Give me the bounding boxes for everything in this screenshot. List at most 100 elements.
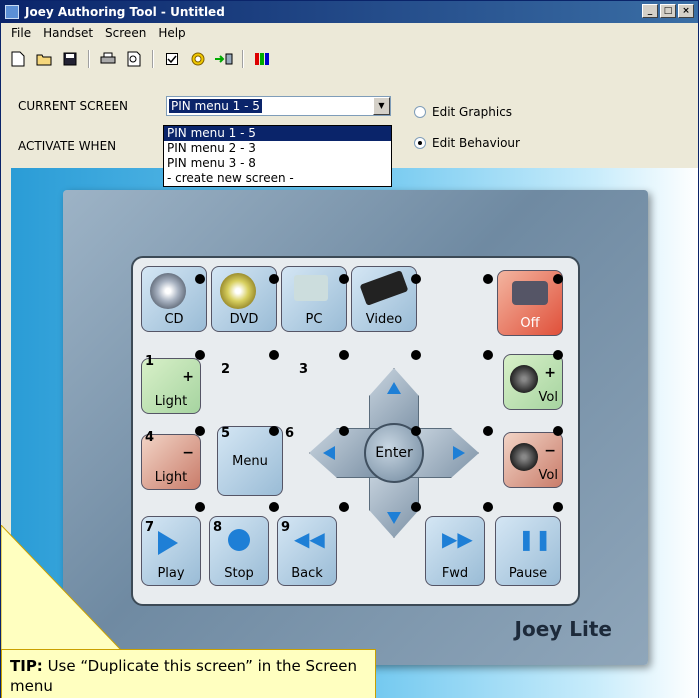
fwd-key[interactable]: ▶▶ Fwd [425,516,485,586]
hotspot-dot[interactable] [339,274,349,284]
pin-label: 3 [299,362,309,377]
save-icon[interactable] [59,48,81,70]
pin-label: 7 [145,520,155,535]
off-key-label: Off [520,316,540,331]
hotspot-dot[interactable] [411,274,421,284]
activate-when-label: ACTIVATE WHEN [18,139,117,153]
print-icon[interactable] [97,48,119,70]
hotspot-dot[interactable] [411,502,421,512]
pin-label: 6 [285,426,295,441]
hotspot-dot[interactable] [339,350,349,360]
open-icon[interactable] [33,48,55,70]
dropdown-option[interactable]: - create new screen - [164,171,391,186]
tip-pointer [1,525,121,650]
play-key-label: Play [157,566,185,581]
new-icon[interactable] [7,48,29,70]
hotspot-dot[interactable] [411,426,421,436]
hotspot-dot[interactable] [269,350,279,360]
vol-up-label: Vol [538,390,558,405]
vol-down-key[interactable]: − Vol [503,432,563,488]
hotspot-dot[interactable] [553,502,563,512]
pin-label: 8 [213,520,223,535]
edit-graphics-label: Edit Graphics [432,105,513,119]
hotspot-dot[interactable] [195,350,205,360]
dropdown-option[interactable]: PIN menu 3 - 8 [164,156,391,171]
rewind-icon: ◀◀ [294,527,325,551]
minus-icon: − [182,445,194,461]
dvd-key-label: DVD [229,312,259,327]
tip-callout: TIP: Use “Duplicate this screen” in the … [1,649,376,698]
pause-key[interactable]: ❚❚ Pause [495,516,561,586]
current-screen-value: PIN menu 1 - 5 [169,99,262,113]
menu-help[interactable]: Help [152,26,191,40]
menu-file[interactable]: File [5,26,37,40]
radio-circle[interactable] [414,137,426,149]
menu-bar: File Handset Screen Help [1,23,698,43]
edit-behaviour-radio[interactable]: Edit Behaviour [414,136,520,150]
dropdown-option[interactable]: PIN menu 1 - 5 [164,126,391,141]
remote-screen: CD DVD PC Video Off + Light − Light Menu… [131,256,580,606]
toolbar-separator [242,50,244,68]
hotspot-dot[interactable] [195,502,205,512]
hotspot-dot[interactable] [411,350,421,360]
chevron-down-icon[interactable]: ▼ [373,97,390,115]
color-bars-icon[interactable] [251,48,273,70]
screen-dropdown-list: PIN menu 1 - 5 PIN menu 2 - 3 PIN menu 3… [163,125,392,187]
hotspot-dot[interactable] [553,426,563,436]
brand-label: Joey Lite [514,617,612,641]
pin-label: 5 [221,426,231,441]
light-up-label: Light [154,394,188,409]
current-screen-select[interactable]: PIN menu 1 - 5 ▼ [166,96,391,116]
hotspot-dot[interactable] [269,274,279,284]
hotspot-dot[interactable] [483,502,493,512]
plus-icon: + [182,369,194,385]
hotspot-dot[interactable] [483,426,493,436]
target-icon[interactable] [187,48,209,70]
stop-icon [228,529,250,551]
pc-key-label: PC [305,312,323,327]
hotspot-dot[interactable] [339,426,349,436]
vol-up-key[interactable]: + Vol [503,354,563,410]
hotspot-dot[interactable] [269,426,279,436]
videotape-icon [359,270,409,306]
close-button[interactable]: × [678,4,694,18]
speaker-icon [510,443,538,471]
projector-icon [512,281,548,305]
arrow-down-icon [387,512,401,524]
hotspot-dot[interactable] [483,274,493,284]
edit-graphics-radio[interactable]: Edit Graphics [414,105,512,119]
enter-label: Enter [375,445,413,461]
light-down-label: Light [154,470,188,485]
toolbar [1,45,698,73]
back-key-label: Back [291,566,323,581]
hotspot-dot[interactable] [269,502,279,512]
toolbar-separator [152,50,154,68]
dropdown-option[interactable]: PIN menu 2 - 3 [164,141,391,156]
pause-icon: ❚❚ [518,527,552,551]
app-window: Joey Authoring Tool - Untitled _ □ × Fil… [0,0,699,698]
minimize-button[interactable]: _ [642,4,658,18]
toolbar-separator [88,50,90,68]
speaker-icon [510,365,538,393]
hotspot-dot[interactable] [195,426,205,436]
dvd-key[interactable]: DVD [211,266,277,332]
menu-screen[interactable]: Screen [99,26,152,40]
window-controls: _ □ × [642,4,694,18]
print-preview-icon[interactable] [123,48,145,70]
pin-label: 4 [145,430,155,445]
checkbox-icon[interactable] [161,48,183,70]
hotspot-dot[interactable] [483,350,493,360]
hotspot-dot[interactable] [553,274,563,284]
pause-key-label: Pause [508,566,548,581]
export-icon[interactable] [213,48,235,70]
menu-handset[interactable]: Handset [37,26,99,40]
maximize-button[interactable]: □ [660,4,676,18]
arrow-left-icon [323,446,335,460]
video-key[interactable]: Video [351,266,417,332]
pc-key[interactable]: PC [281,266,347,332]
hotspot-dot[interactable] [553,350,563,360]
pin-label: 1 [145,354,155,369]
radio-circle[interactable] [414,106,426,118]
hotspot-dot[interactable] [339,502,349,512]
hotspot-dot[interactable] [195,274,205,284]
